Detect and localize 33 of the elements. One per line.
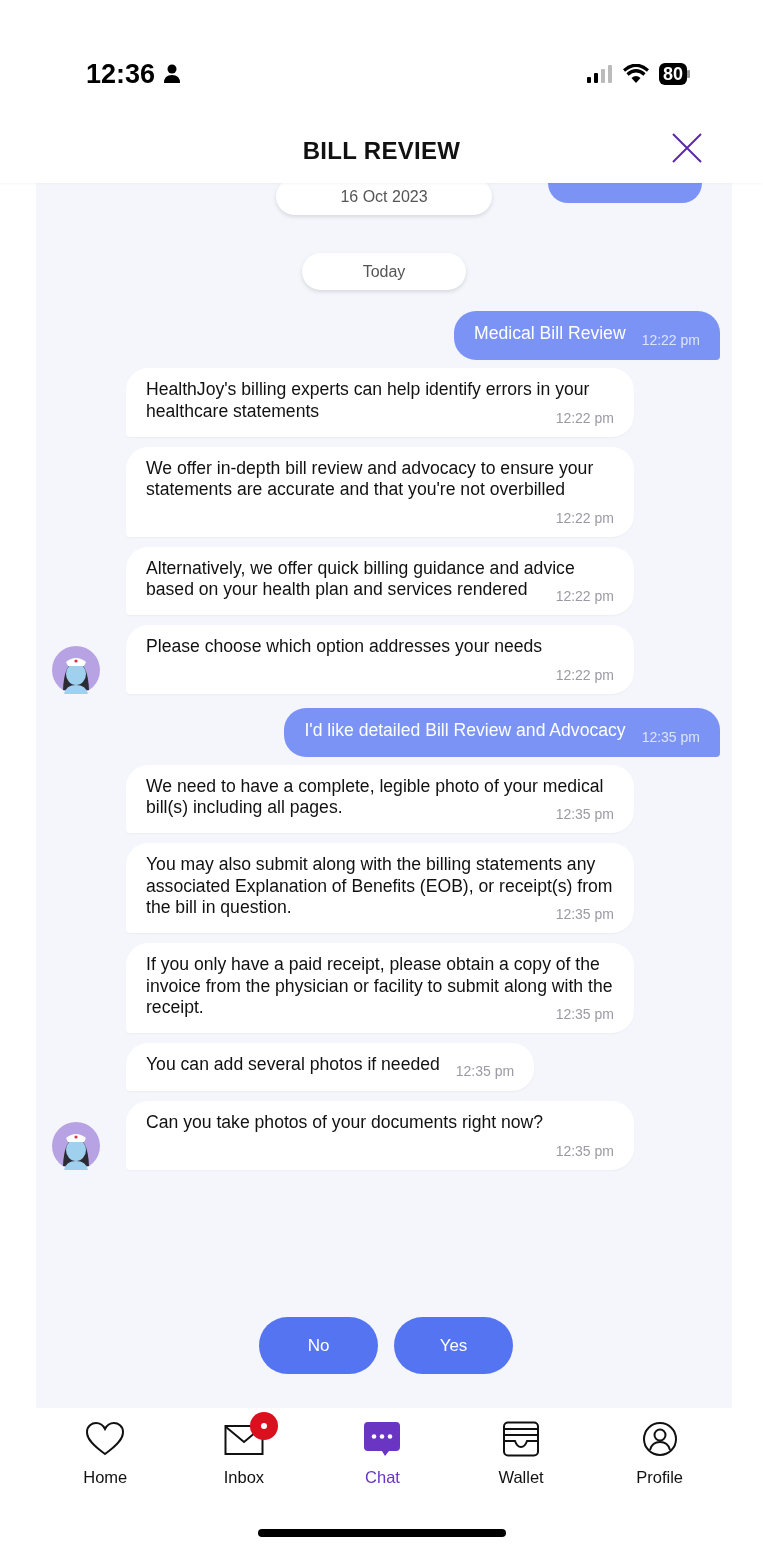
received-message: Alternatively, we offer quick billing guidance and advice based on your health plan and services rendered 12:22 pm <box>126 546 634 615</box>
received-message: We need to have a complete, legible photo of your medical bill(s) including all pages. 12:35 pm <box>126 764 634 833</box>
nav-tab[interactable]: Wallet <box>471 1410 572 1487</box>
received-message: If you only have a paid receipt, please obtain a copy of the invoice from the physician or facility to submit along with the receipt. 12:35 pm <box>126 943 634 1033</box>
profile-icon <box>641 1421 678 1457</box>
sent-message: I'd like detailed Bill Review and Advocacy 12:35 pm <box>284 707 720 757</box>
clock-time: 12:36 <box>86 58 156 90</box>
date-chip: 16 Oct 2023 <box>276 183 492 215</box>
sent-message: Medical Bill Review 12:22 pm <box>454 311 720 360</box>
received-message: You can add several photos if needed 12:35 pm <box>126 1043 535 1091</box>
wallet-icon <box>502 1421 541 1457</box>
reply-button[interactable]: No <box>259 1317 378 1374</box>
nav-tab[interactable]: Inbox <box>193 1410 294 1487</box>
signal-icon <box>586 64 613 84</box>
reply-button[interactable]: Yes <box>394 1317 513 1374</box>
avatar-icon <box>52 645 100 694</box>
received-message: You may also submit along with the billing statements any associated Explanation of Benefits (EOB), or receipt(s) from the bill in question. 12:35 pm <box>126 843 634 933</box>
nav-tab[interactable]: Chat <box>332 1410 433 1487</box>
avatar-icon <box>52 1121 100 1170</box>
nav-tab[interactable]: Profile <box>609 1410 710 1487</box>
battery-indicator: 80 <box>658 63 691 85</box>
received-message: HealthJoy's billing experts can help identify errors in your healthcare statements 12:22 pm <box>126 368 634 437</box>
person-icon <box>163 64 182 84</box>
chat-bubble-icon <box>363 1421 402 1457</box>
screen-title: BILL REVIEW <box>302 136 461 165</box>
date-chip: Today <box>302 253 466 290</box>
close-button[interactable] <box>671 132 703 164</box>
heart-icon <box>85 1421 126 1457</box>
received-message: We offer in-depth bill review and advocacy to ensure your statements are accurate and that you're not overbilled 12:22 pm <box>126 446 634 537</box>
received-message: Please choose which option addresses your needs 12:22 pm <box>126 625 634 694</box>
wifi-icon <box>622 64 649 84</box>
received-message: Can you take photos of your documents right now? 12:35 pm <box>126 1101 634 1170</box>
nav-tab[interactable]: Home <box>55 1410 156 1487</box>
